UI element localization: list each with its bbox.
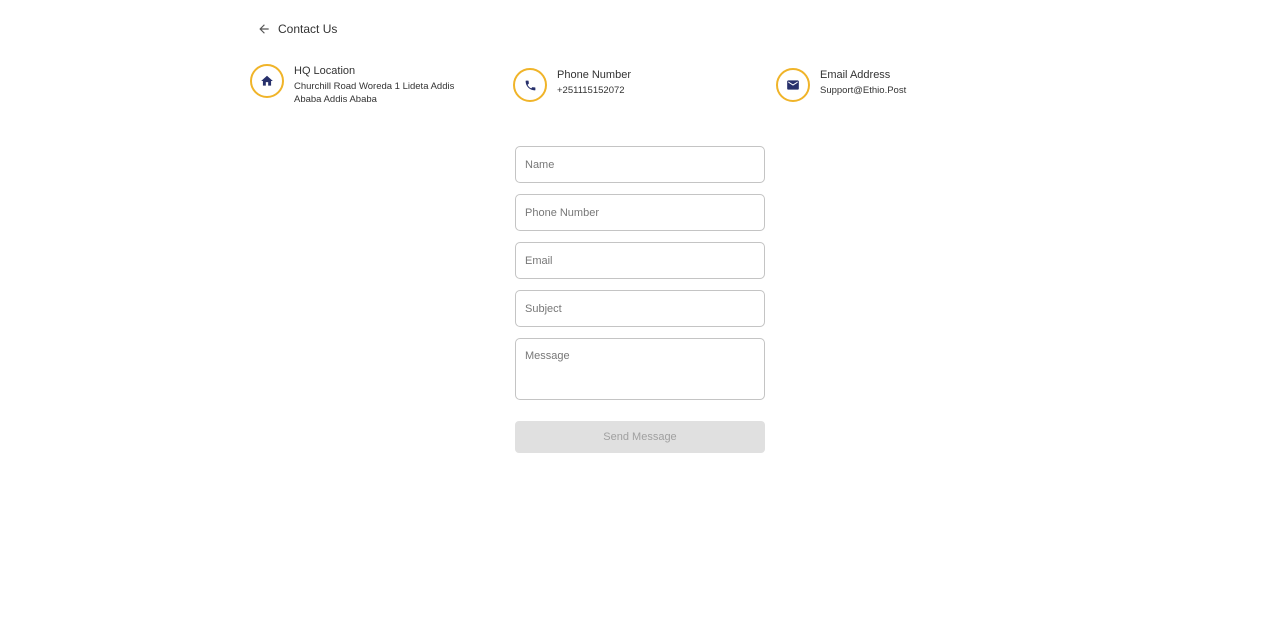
- contact-form: Send Message: [515, 146, 765, 453]
- hq-location-address: Churchill Road Woreda 1 Lideta Addis Aba…: [294, 81, 455, 105]
- phone-icon-ring: [513, 68, 547, 102]
- mail-icon: [787, 80, 799, 90]
- contact-us-page: Contact Us HQ Location Churchill Road Wo…: [0, 0, 1280, 636]
- header: Contact Us: [256, 20, 337, 38]
- mail-icon-ring: [776, 68, 810, 102]
- phone-number-card: Phone Number +251115152072: [513, 68, 631, 102]
- back-button[interactable]: [256, 21, 272, 37]
- email-address-title: Email Address: [820, 69, 891, 81]
- phone-number-title: Phone Number: [557, 69, 631, 81]
- email-address-text: Email Address Support@Ethio.Post: [820, 68, 906, 97]
- phone-number-input[interactable]: [515, 194, 765, 231]
- email-address-value: Support@Ethio.Post: [820, 85, 907, 96]
- home-icon-ring: [250, 64, 284, 98]
- email-address-card: Email Address Support@Ethio.Post: [776, 68, 906, 102]
- arrow-left-icon: [259, 24, 269, 34]
- send-message-button[interactable]: Send Message: [515, 421, 765, 453]
- hq-location-card: HQ Location Churchill Road Woreda 1 Lide…: [250, 64, 462, 106]
- email-input[interactable]: [515, 242, 765, 279]
- name-input[interactable]: [515, 146, 765, 183]
- page-title: Contact Us: [278, 22, 338, 36]
- phone-icon: [525, 80, 535, 90]
- hq-location-text: HQ Location Churchill Road Woreda 1 Lide…: [294, 64, 462, 106]
- phone-number-text: Phone Number +251115152072: [557, 68, 631, 97]
- message-textarea[interactable]: [515, 338, 765, 400]
- hq-location-title: HQ Location: [294, 65, 356, 77]
- subject-input[interactable]: [515, 290, 765, 327]
- phone-number-value: +251115152072: [557, 85, 625, 96]
- home-icon: [261, 75, 273, 86]
